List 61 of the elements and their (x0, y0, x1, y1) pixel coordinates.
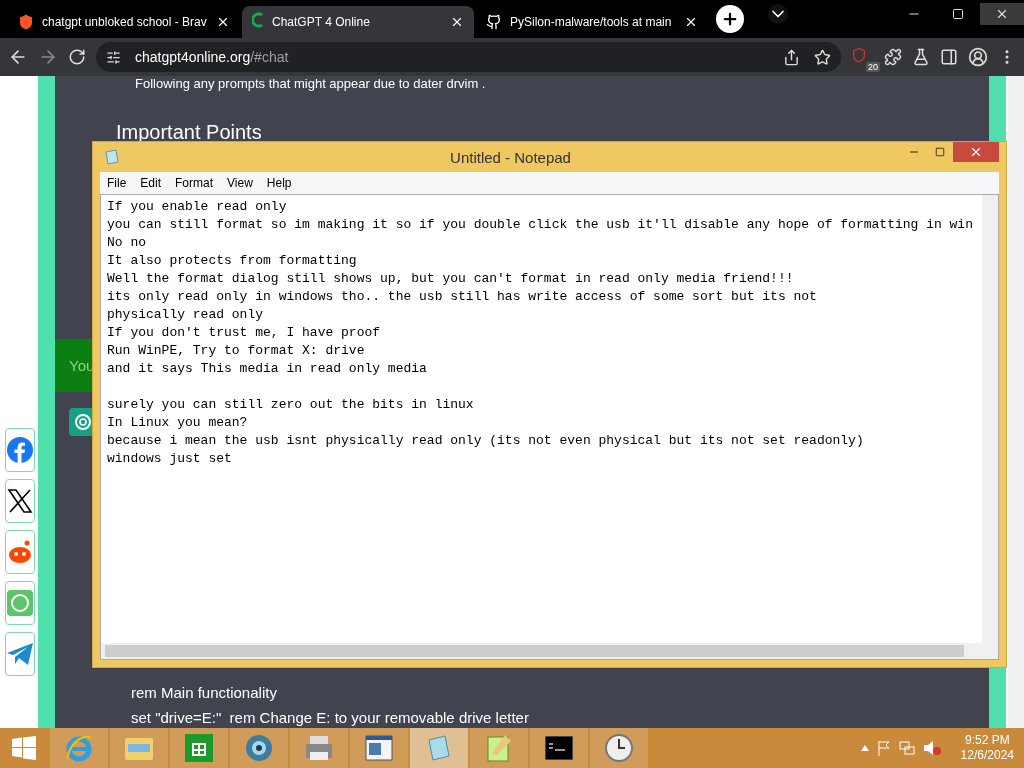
extensions-icon[interactable] (884, 48, 902, 66)
menu-item[interactable]: File (107, 176, 127, 190)
x-logo-icon (7, 488, 33, 514)
facebook-icon (7, 437, 33, 463)
command-prompt-icon (545, 736, 573, 760)
site-settings-icon[interactable] (106, 49, 121, 65)
notepad-plus-icon (485, 733, 513, 763)
shield-icon (18, 14, 34, 30)
code-line: rem Main functionality (131, 684, 278, 701)
network-icon[interactable] (898, 740, 915, 756)
taskbar-app[interactable] (170, 728, 228, 768)
browser-tab[interactable]: ChatGPT 4 Online (242, 6, 474, 38)
window-title: Untitled - Notepad (449, 148, 572, 166)
caret-up-icon[interactable] (860, 745, 869, 751)
volume-muted-icon[interactable] (922, 740, 941, 756)
side-panel-icon[interactable] (940, 48, 958, 66)
internet-explorer-icon (64, 733, 94, 763)
reload-icon[interactable] (68, 48, 86, 66)
close-button[interactable] (953, 142, 999, 162)
flag-icon[interactable] (876, 740, 891, 756)
close-icon[interactable] (216, 15, 230, 29)
taskbar-app[interactable] (530, 728, 588, 768)
folder-icon (124, 735, 154, 761)
new-tab-button[interactable] (716, 5, 744, 33)
telegram-icon (6, 642, 34, 666)
clock-icon (604, 733, 634, 763)
count-badge: 20 (866, 61, 880, 72)
taskbar-app[interactable] (590, 728, 648, 768)
close-icon (995, 7, 1009, 21)
restore-icon (952, 8, 964, 20)
whatsapp-icon (7, 590, 33, 616)
close-icon[interactable] (450, 15, 464, 29)
taskbar-app[interactable] (350, 728, 408, 768)
menu-item[interactable]: Edit (140, 176, 162, 190)
maximize-icon (935, 147, 945, 157)
close-icon (969, 145, 983, 159)
printer-icon (304, 734, 334, 762)
profile-icon[interactable] (968, 47, 988, 67)
share-button[interactable] (5, 479, 35, 523)
windows-logo-icon (12, 736, 36, 760)
window-icon (365, 735, 393, 761)
extension-icon[interactable] (851, 46, 867, 63)
close-icon[interactable] (684, 15, 698, 29)
notepad-icon (104, 149, 120, 165)
store-icon (185, 734, 213, 762)
bookmark-star-icon[interactable] (814, 48, 831, 66)
notepad-icon (425, 734, 453, 762)
code-line: set "drive=E:" rem Change E: to your removable drive letter (131, 709, 530, 726)
menu-item[interactable]: View (227, 176, 253, 190)
chevron-down-icon (768, 4, 788, 24)
address-field[interactable]: chatgpt4online.org/#chat (96, 42, 841, 72)
menu-item[interactable]: Help (266, 176, 292, 190)
menu-item[interactable]: Format (175, 176, 214, 190)
share-icon[interactable] (783, 48, 800, 66)
page-text: Following any prompts that might appear due to dater drvim . (134, 76, 487, 91)
globe-icon (244, 733, 274, 763)
reddit-icon (7, 539, 33, 565)
flask-icon[interactable] (912, 48, 930, 66)
github-icon (486, 14, 502, 30)
plus-icon (721, 10, 739, 28)
section-heading: Important Points (115, 121, 263, 144)
